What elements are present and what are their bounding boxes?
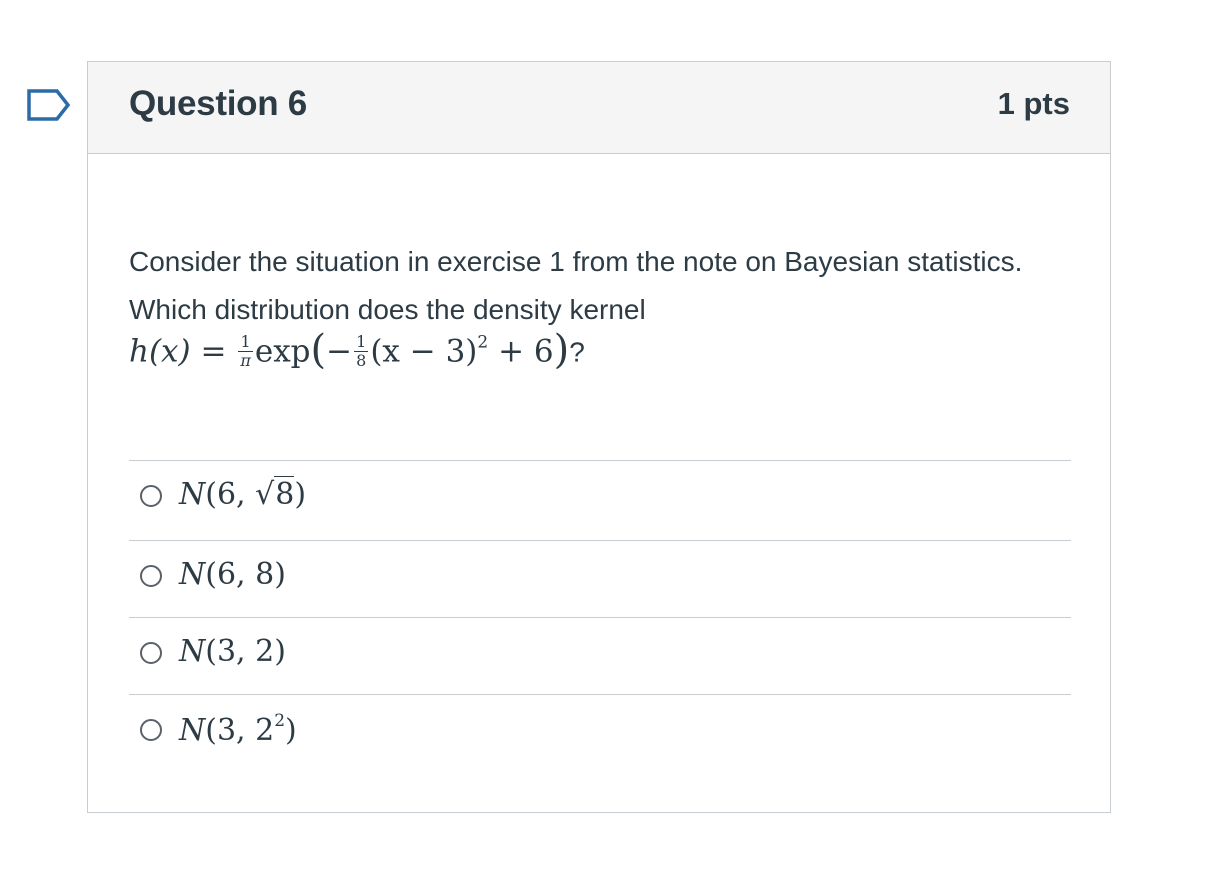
formula-question-mark: ?	[569, 336, 585, 368]
answer-option-4[interactable]: N(3, 22)	[129, 694, 1071, 771]
answer-label: N(6, 8)	[179, 557, 286, 592]
formula-lhs: h(x) =	[129, 333, 227, 370]
formula-exp: exp	[254, 333, 311, 370]
fraction-one-over-pi: 1π	[238, 331, 253, 370]
answer-option-1[interactable]: N(6, √8)	[129, 460, 1071, 540]
flag-question-icon[interactable]	[27, 89, 71, 121]
radio-button[interactable]	[140, 485, 162, 507]
answer-option-2[interactable]: N(6, 8)	[129, 540, 1071, 617]
formula-inner: (x − 3)	[370, 333, 478, 370]
fraction-one-over-eight: 18	[354, 331, 369, 370]
sqrt-symbol: √8	[255, 476, 295, 512]
question-points: 1 pts	[997, 86, 1070, 121]
answer-option-3[interactable]: N(3, 2)	[129, 617, 1071, 694]
radio-button[interactable]	[140, 719, 162, 741]
answer-label: N(6, √8)	[179, 476, 307, 512]
radio-button[interactable]	[140, 642, 162, 664]
formula-exponent: 2	[477, 332, 489, 353]
question-header: Question 6 1 pts	[88, 62, 1110, 154]
question-card: Question 6 1 pts Consider the situation …	[87, 61, 1111, 813]
radio-button[interactable]	[140, 565, 162, 587]
density-kernel-formula: h(x) = 1 π exp(− 1 8 (x − 3)2 + 6)?	[129, 327, 585, 373]
formula-tail: + 6	[498, 333, 554, 370]
question-title: Question 6	[129, 84, 307, 123]
answer-list: N(6, √8) N(6, 8) N(3, 2) N(3, 22)	[129, 460, 1071, 771]
answer-label: N(3, 22)	[179, 711, 297, 748]
question-text: Consider the situation in exercise 1 fro…	[129, 246, 1023, 325]
answer-label: N(3, 2)	[179, 634, 286, 669]
